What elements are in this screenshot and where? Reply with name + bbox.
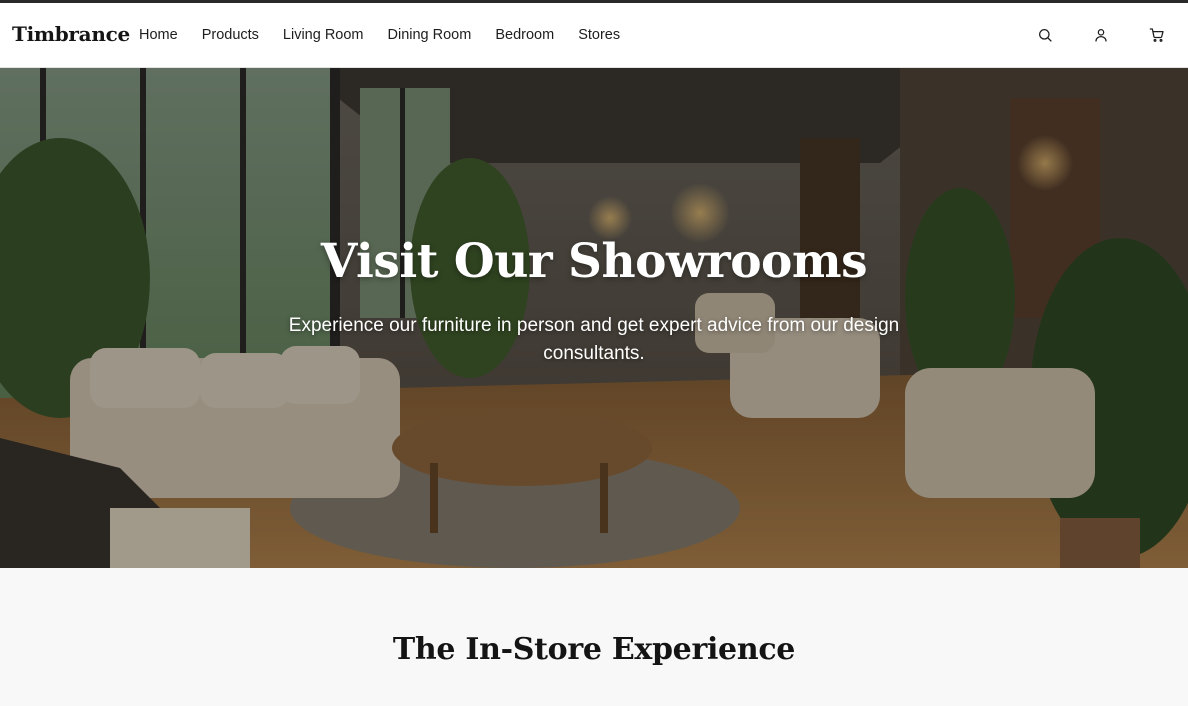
nav-item-dining-room[interactable]: Dining Room	[388, 27, 472, 43]
site-header: Timbrance Home Products Living Room Dini…	[0, 3, 1188, 68]
search-icon[interactable]	[1036, 26, 1054, 44]
hero-banner: Visit Our Showrooms Experience our furni…	[0, 68, 1188, 568]
hero-subtitle: Experience our furniture in person and g…	[288, 315, 900, 364]
nav-item-stores[interactable]: Stores	[578, 27, 620, 43]
nav-item-home[interactable]: Home	[139, 27, 178, 43]
section-title: The In-Store Experience	[392, 632, 796, 667]
header-actions	[1036, 3, 1166, 67]
nav-item-bedroom[interactable]: Bedroom	[495, 27, 554, 43]
brand-logo[interactable]: Timbrance	[12, 22, 130, 46]
user-icon[interactable]	[1092, 26, 1110, 44]
nav-item-products[interactable]: Products	[202, 27, 259, 43]
hero-title: Visit Our Showrooms	[320, 234, 868, 289]
main-nav: Home Products Living Room Dining Room Be…	[139, 3, 620, 67]
nav-item-living-room[interactable]: Living Room	[283, 27, 364, 43]
cart-icon[interactable]	[1148, 26, 1166, 44]
